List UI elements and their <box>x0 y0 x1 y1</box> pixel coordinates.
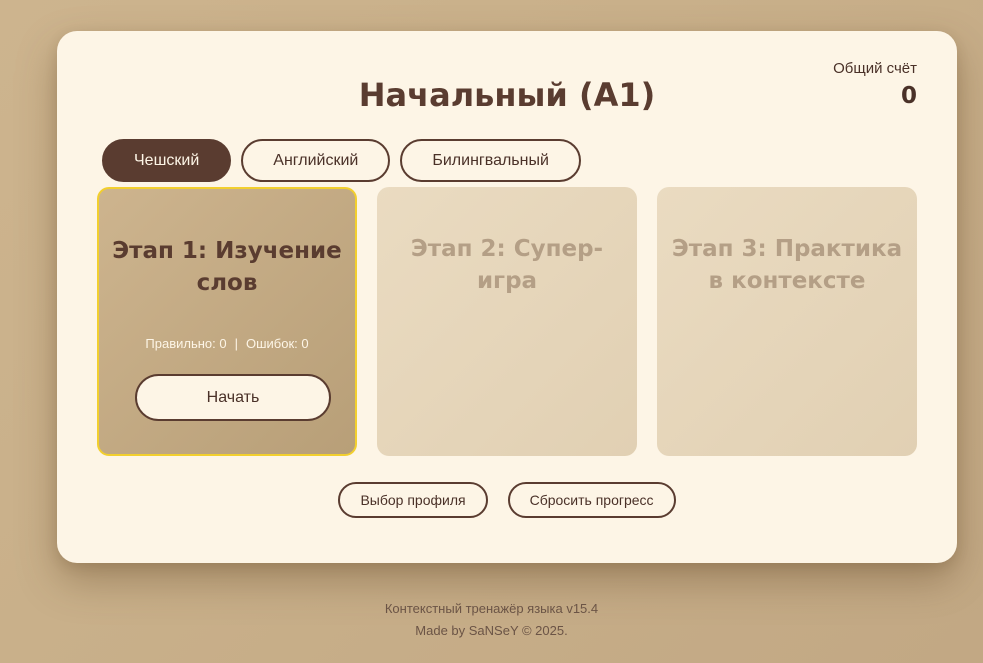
stage-1-title: Этап 1: Изучение слов <box>112 238 342 296</box>
language-tabs: Чешский Английский Билингвальный <box>102 139 581 182</box>
total-score: Общий счёт 0 <box>833 59 917 113</box>
total-score-value: 0 <box>900 83 917 109</box>
stage-card-1[interactable]: Этап 1: Изучение слов Правильно: 0 | Ошибо… <box>97 187 357 456</box>
error-count: Ошибок: 0 <box>245 336 309 351</box>
footer-version: Контекстный тренажёр языка v15.4 <box>384 601 599 616</box>
profile-select-button[interactable]: Выбор профиля <box>338 482 488 518</box>
footer-credits: Made by SaNSeY © 2025. <box>415 623 568 638</box>
stage-2-title: Этап 2: Супер-игра <box>410 236 604 294</box>
total-score-label: Общий счёт <box>833 60 917 77</box>
level-title: Начальный (A1) <box>358 76 656 114</box>
tab-english[interactable]: Английский <box>241 139 391 182</box>
start-button[interactable]: Начать <box>135 374 331 421</box>
stage-3-title: Этап 3: Практика в контексте <box>671 236 903 294</box>
stats-separator: | <box>234 336 238 351</box>
tab-czech[interactable]: Чешский <box>102 139 232 182</box>
bottom-actions: Выбор профиля Сбросить прогресс <box>57 482 957 518</box>
tab-bilingual[interactable]: Билингвальный <box>400 139 581 182</box>
stage-card-3: Этап 3: Практика в контексте <box>657 187 917 456</box>
stage-1-stats: Правильно: 0 | Ошибок: 0 <box>99 335 355 353</box>
reset-progress-button[interactable]: Сбросить прогресс <box>507 482 676 518</box>
main-card: Начальный (A1) Общий счёт 0 Чешский Англ… <box>57 31 957 563</box>
stage-card-2: Этап 2: Супер-игра <box>377 187 637 456</box>
footer: Контекстный тренажёр языка v15.4 Made by… <box>0 598 983 642</box>
correct-count: Правильно: 0 <box>145 336 227 351</box>
